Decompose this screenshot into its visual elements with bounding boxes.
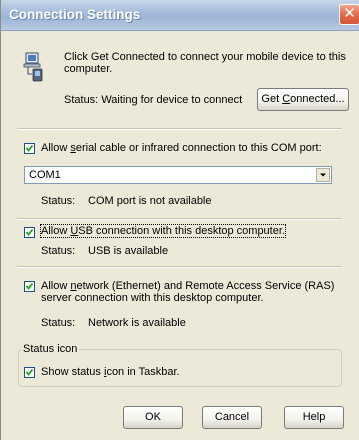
- network-checkbox-label-line2[interactable]: server connection with this desktop comp…: [41, 292, 264, 304]
- usb-checkbox[interactable]: [24, 227, 35, 238]
- checkmark-icon: [25, 228, 34, 236]
- show-status-icon-label-pre: Show status: [41, 366, 104, 378]
- network-status-value: Network is available: [88, 317, 186, 329]
- usb-label-post: SB connection with this desktop computer…: [78, 225, 285, 237]
- serial-checkbox[interactable]: [24, 143, 35, 154]
- show-status-icon-label-post: con in Taskbar.: [106, 366, 180, 378]
- usb-status-value: USB is available: [88, 245, 169, 257]
- show-status-icon-label[interactable]: Show status icon in Taskbar.: [41, 366, 180, 378]
- network-status-label: Status:: [41, 317, 76, 329]
- get-connected-label-post: onnected...: [290, 93, 345, 105]
- serial-status-value: COM port is not available: [88, 195, 212, 207]
- close-button[interactable]: ✕: [339, 4, 359, 25]
- network-checkbox-label-line1[interactable]: Allow network (Ethernet) and Remote Acce…: [41, 280, 334, 292]
- close-icon: ✕: [343, 5, 356, 22]
- status-icon-group-title: Status icon: [21, 343, 80, 355]
- window-title: Connection Settings: [9, 7, 141, 22]
- com-port-select[interactable]: COM1: [24, 166, 332, 184]
- connection-settings-dialog: Connection Settings ✕ Click Get Connecte…: [0, 0, 359, 440]
- checkmark-icon: [25, 282, 34, 290]
- com-port-value: COM1: [29, 169, 61, 181]
- cancel-button[interactable]: Cancel: [202, 406, 262, 429]
- network-label-pre: Allow: [41, 280, 71, 292]
- serial-checkbox-label[interactable]: Allow serial cable or infrared connectio…: [41, 142, 322, 154]
- help-button[interactable]: Help: [284, 406, 344, 429]
- separator-top: [17, 128, 342, 130]
- connect-status-value: Waiting for device to connect: [101, 94, 243, 106]
- serial-label-post: erial cable or infrared connection to th…: [75, 142, 322, 154]
- usb-status-label: Status:: [41, 245, 76, 257]
- checkmark-icon: [25, 144, 34, 152]
- get-connected-mnemonic: C: [282, 93, 291, 105]
- network-checkbox[interactable]: [24, 281, 35, 292]
- get-connected-button[interactable]: Get Connected...: [257, 88, 349, 111]
- pda-computer-icon: [23, 52, 43, 82]
- show-status-icon-checkbox[interactable]: [24, 367, 35, 378]
- com-port-dropdown-button[interactable]: [316, 168, 330, 182]
- network-label-post: etwork (Ethernet) and Remote Access Serv…: [76, 280, 335, 292]
- title-bar[interactable]: Connection Settings ✕: [1, 0, 359, 31]
- chevron-down-icon: [320, 173, 326, 177]
- separator-usb: [17, 266, 342, 268]
- usb-label-pre: Allow: [41, 225, 71, 237]
- get-connected-label-pre: Get: [261, 93, 283, 105]
- ok-button[interactable]: OK: [123, 406, 183, 429]
- checkmark-icon: [25, 368, 34, 376]
- serial-status-label: Status:: [41, 195, 76, 207]
- separator-serial: [17, 218, 342, 220]
- connect-status-text: Status: Waiting for device to connect: [64, 94, 242, 106]
- serial-label-pre: Allow: [41, 142, 71, 154]
- connect-description-line1: Click Get Connected to connect your mobi…: [64, 51, 346, 63]
- usb-checkbox-label[interactable]: Allow USB connection with this desktop c…: [40, 224, 286, 238]
- connect-description-line2: computer.: [64, 63, 113, 75]
- connect-status-label: Status:: [64, 94, 99, 106]
